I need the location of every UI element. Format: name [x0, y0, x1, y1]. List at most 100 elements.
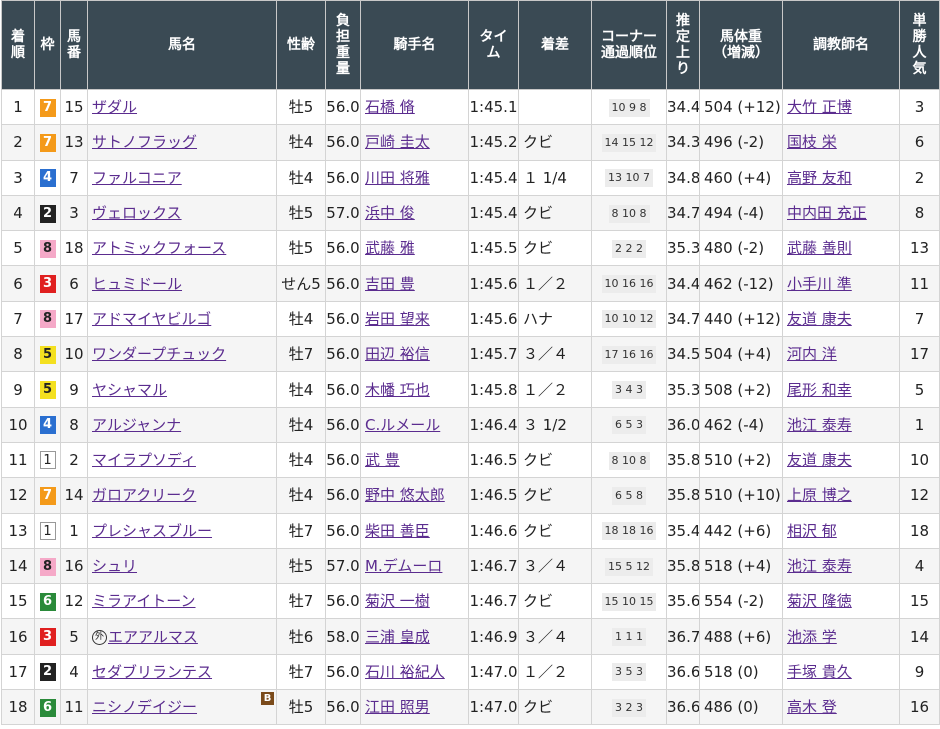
- header-trainer[interactable]: 調教師名: [782, 0, 900, 90]
- trainer-cell: 河内 洋: [782, 336, 900, 373]
- body-weight-cell: 504 (+4): [699, 336, 783, 373]
- horse-link[interactable]: ニシノデイジー: [92, 698, 197, 716]
- horse-link[interactable]: ファルコニア: [92, 169, 182, 187]
- trainer-link[interactable]: 友道 康夫: [787, 451, 852, 469]
- trainer-link[interactable]: 高木 登: [787, 698, 837, 716]
- trainer-link[interactable]: 友道 康夫: [787, 310, 852, 328]
- margin-cell: １／２: [518, 653, 592, 691]
- jockey-link[interactable]: 武 豊: [365, 451, 400, 469]
- trainer-link[interactable]: 手塚 貴久: [787, 663, 852, 681]
- horse-link[interactable]: セダブリランテス: [92, 663, 212, 681]
- margin-cell: [518, 88, 592, 126]
- number-cell: 7: [60, 159, 88, 196]
- horse-link[interactable]: ザダル: [92, 98, 137, 116]
- weight-cell: 58.0: [325, 618, 361, 655]
- waku-cell: 5: [34, 371, 61, 408]
- horse-link[interactable]: ミラアイトーン: [92, 592, 196, 610]
- jockey-link[interactable]: 戸崎 圭太: [365, 133, 430, 151]
- horse-link[interactable]: ヤシャマル: [92, 381, 167, 399]
- jockey-link[interactable]: 田辺 裕信: [365, 345, 430, 363]
- header-margin[interactable]: 着差: [518, 0, 592, 90]
- rank-cell: 9: [1, 371, 35, 408]
- horse-link[interactable]: アドマイヤビルゴ: [92, 310, 211, 328]
- header-sex-age[interactable]: 性齢: [276, 0, 326, 90]
- header-jockey[interactable]: 騎手名: [360, 0, 469, 90]
- number-cell: 16: [60, 547, 88, 585]
- horse-link[interactable]: シュリ: [92, 557, 137, 575]
- horse-link[interactable]: ヴェロックス: [92, 204, 182, 222]
- jockey-link[interactable]: 岩田 望来: [365, 310, 430, 328]
- time-cell: 1:46.5: [468, 441, 519, 479]
- last3f-cell: 36.7: [666, 618, 700, 655]
- horse-link[interactable]: プレシャスブルー: [92, 522, 212, 540]
- trainer-link[interactable]: 中内田 充正: [787, 204, 867, 222]
- popularity-cell: 10: [899, 441, 940, 479]
- trainer-link[interactable]: 尾形 和幸: [787, 381, 852, 399]
- jockey-link[interactable]: 浜中 俊: [365, 204, 415, 222]
- jockey-link[interactable]: M.デムーロ: [365, 557, 442, 575]
- trainer-link[interactable]: 国枝 栄: [787, 133, 837, 151]
- trainer-link[interactable]: 上原 博之: [787, 486, 852, 504]
- jockey-link[interactable]: 野中 悠太郎: [365, 486, 445, 504]
- jockey-cell: 柴田 善臣: [360, 512, 469, 549]
- corner-cell: 13 10 7: [591, 159, 667, 196]
- header-corner[interactable]: コーナー 通過順位: [591, 0, 667, 90]
- last3f-cell: 34.4: [666, 88, 700, 126]
- trainer-link[interactable]: 小手川 準: [787, 275, 852, 293]
- jockey-link[interactable]: 武藤 雅: [365, 239, 415, 257]
- trainer-link[interactable]: 菊沢 隆徳: [787, 592, 852, 610]
- header-popularity[interactable]: 単 勝 人 気: [899, 0, 940, 90]
- waku-badge: 2: [39, 663, 56, 682]
- jockey-link[interactable]: 柴田 善臣: [365, 522, 430, 540]
- horse-link[interactable]: サトノフラッグ: [92, 133, 197, 151]
- jockey-link[interactable]: 江田 照男: [365, 698, 430, 716]
- jockey-cell: 戸崎 圭太: [360, 124, 469, 161]
- jockey-link[interactable]: 川田 将雅: [365, 169, 430, 187]
- last3f-cell: 35.4: [666, 512, 700, 549]
- header-horse[interactable]: 馬名: [87, 0, 277, 90]
- horse-link[interactable]: アトミックフォース: [92, 239, 226, 257]
- jockey-cell: 三浦 皇成: [360, 618, 469, 655]
- jockey-link[interactable]: 木幡 巧也: [365, 381, 430, 399]
- weight-cell: 56.0: [325, 124, 361, 161]
- horse-link[interactable]: アルジャンナ: [92, 416, 181, 434]
- time-cell: 1:46.4: [468, 406, 519, 443]
- jockey-link[interactable]: 石川 裕紀人: [365, 663, 445, 681]
- header-body-weight[interactable]: 馬体重 （増減）: [699, 0, 783, 90]
- header-time[interactable]: タイ ム: [468, 0, 519, 90]
- trainer-link[interactable]: 武藤 善則: [787, 239, 852, 257]
- margin-cell: クビ: [518, 583, 592, 620]
- jockey-link[interactable]: 石橋 脩: [365, 98, 415, 116]
- jockey-link[interactable]: 吉田 豊: [365, 275, 415, 293]
- jockey-link[interactable]: C.ルメール: [365, 416, 440, 434]
- jockey-link[interactable]: 三浦 皇成: [365, 628, 430, 646]
- horse-link[interactable]: ヒュミドール: [92, 275, 182, 293]
- popularity-cell: 15: [899, 583, 940, 620]
- trainer-cell: 友道 康夫: [782, 300, 900, 338]
- horse-link[interactable]: ワンダープチュック: [92, 345, 226, 363]
- horse-link[interactable]: ガロアクリーク: [92, 486, 196, 504]
- header-weight[interactable]: 負 担 重 量: [325, 0, 361, 90]
- margin-cell: クビ: [518, 441, 592, 479]
- weight-cell: 56.0: [325, 406, 361, 443]
- time-cell: 1:45.6: [468, 300, 519, 338]
- trainer-link[interactable]: 池江 泰寿: [787, 557, 852, 575]
- trainer-link[interactable]: 高野 友和: [787, 169, 852, 187]
- horse-cell: ヒュミドール: [87, 265, 277, 302]
- trainer-link[interactable]: 相沢 郁: [787, 522, 837, 540]
- horse-link[interactable]: エアアルマス: [108, 628, 198, 646]
- trainer-link[interactable]: 大竹 正博: [787, 98, 852, 116]
- trainer-link[interactable]: 池江 泰寿: [787, 416, 852, 434]
- header-number[interactable]: 馬 番: [60, 0, 88, 90]
- jockey-cell: 武 豊: [360, 441, 469, 479]
- header-last3f[interactable]: 推 定 上 り: [666, 0, 700, 90]
- trainer-link[interactable]: 河内 洋: [787, 345, 837, 363]
- header-rank[interactable]: 着 順: [1, 0, 35, 90]
- rank-cell: 16: [1, 618, 35, 655]
- trainer-link[interactable]: 池添 学: [787, 628, 837, 646]
- horse-link[interactable]: マイラプソディ: [92, 451, 196, 469]
- jockey-link[interactable]: 菊沢 一樹: [365, 592, 430, 610]
- header-waku[interactable]: 枠: [34, 0, 61, 90]
- jockey-cell: 江田 照男: [360, 689, 469, 726]
- waku-badge: 7: [39, 486, 56, 505]
